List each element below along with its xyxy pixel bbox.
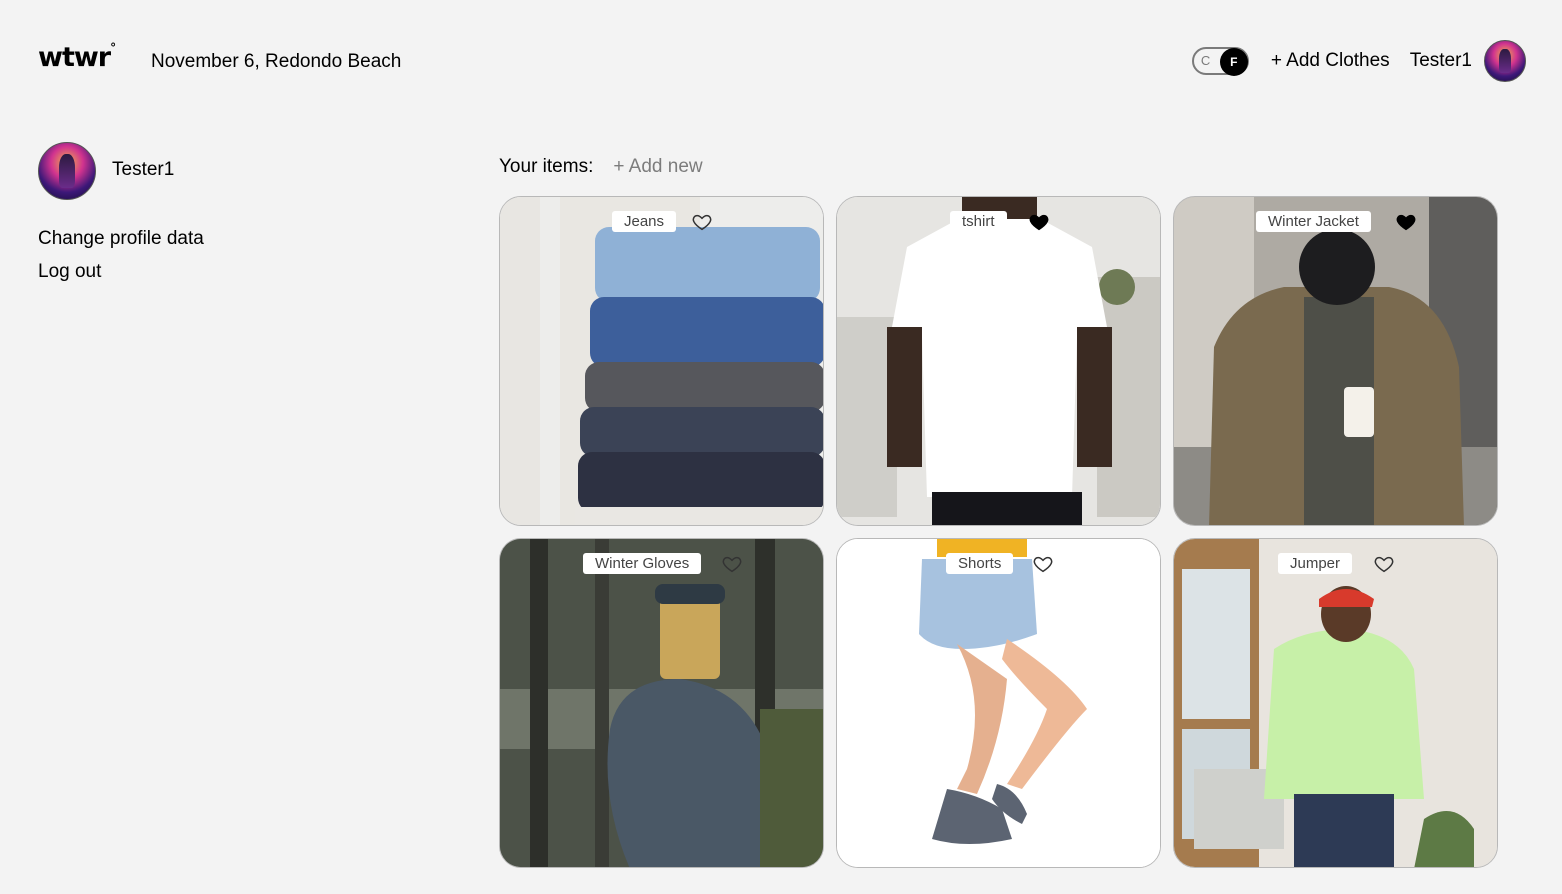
card-label: Winter Gloves: [583, 553, 702, 574]
logout-link[interactable]: Log out: [38, 261, 101, 283]
items-header: Your items: + Add new: [499, 156, 703, 178]
change-profile-link[interactable]: Change profile data: [38, 228, 204, 250]
item-card-jumper[interactable]: Jumper: [1173, 538, 1498, 868]
card-label: Jumper: [1278, 553, 1353, 574]
sidebar-avatar: [38, 142, 96, 200]
shorts-image: [837, 539, 1160, 867]
winter-gloves-image: [500, 539, 823, 867]
logo[interactable]: wtwr°: [38, 41, 116, 73]
date-location: November 6, Redondo Beach: [151, 51, 402, 72]
toggle-fahrenheit-knob: F: [1219, 48, 1248, 76]
item-card-shorts[interactable]: Shorts: [836, 538, 1161, 868]
temperature-unit-toggle[interactable]: C F: [1191, 47, 1249, 76]
winter-jacket-image: [1174, 197, 1497, 525]
item-card-jeans[interactable]: Jeans: [499, 196, 824, 526]
card-label: Winter Jacket: [1256, 211, 1371, 232]
header-actions: C F + Add Clothes Tester1: [1191, 40, 1526, 82]
heart-filled-icon[interactable]: [1028, 211, 1050, 233]
heart-outline-icon[interactable]: [721, 553, 743, 575]
card-label: tshirt: [950, 211, 1007, 232]
item-card-winter-jacket[interactable]: Winter Jacket: [1173, 196, 1498, 526]
items-title: Your items:: [499, 156, 594, 177]
items-grid: Jeans tshirt Winter Jacket Winter Gloves…: [499, 196, 1498, 868]
tshirt-image: [837, 197, 1160, 525]
item-card-winter-gloves[interactable]: Winter Gloves: [499, 538, 824, 868]
avatar[interactable]: [1484, 40, 1526, 82]
card-label: Shorts: [946, 553, 1014, 574]
header: wtwr° November 6, Redondo Beach C F + Ad…: [0, 0, 1562, 122]
item-card-tshirt[interactable]: tshirt: [836, 196, 1161, 526]
toggle-celsius-label: C: [1200, 53, 1211, 68]
heart-outline-icon[interactable]: [691, 211, 713, 233]
jumper-image: [1174, 539, 1497, 867]
sidebar-username: Tester1: [112, 159, 175, 180]
header-username[interactable]: Tester1: [1410, 50, 1472, 72]
heart-outline-icon[interactable]: [1032, 553, 1054, 575]
jeans-image: [500, 197, 823, 525]
add-new-button[interactable]: + Add new: [613, 156, 702, 178]
heart-filled-icon[interactable]: [1395, 211, 1417, 233]
card-label: Jeans: [612, 211, 677, 232]
heart-outline-icon[interactable]: [1373, 553, 1395, 575]
add-clothes-button[interactable]: + Add Clothes: [1271, 50, 1390, 72]
